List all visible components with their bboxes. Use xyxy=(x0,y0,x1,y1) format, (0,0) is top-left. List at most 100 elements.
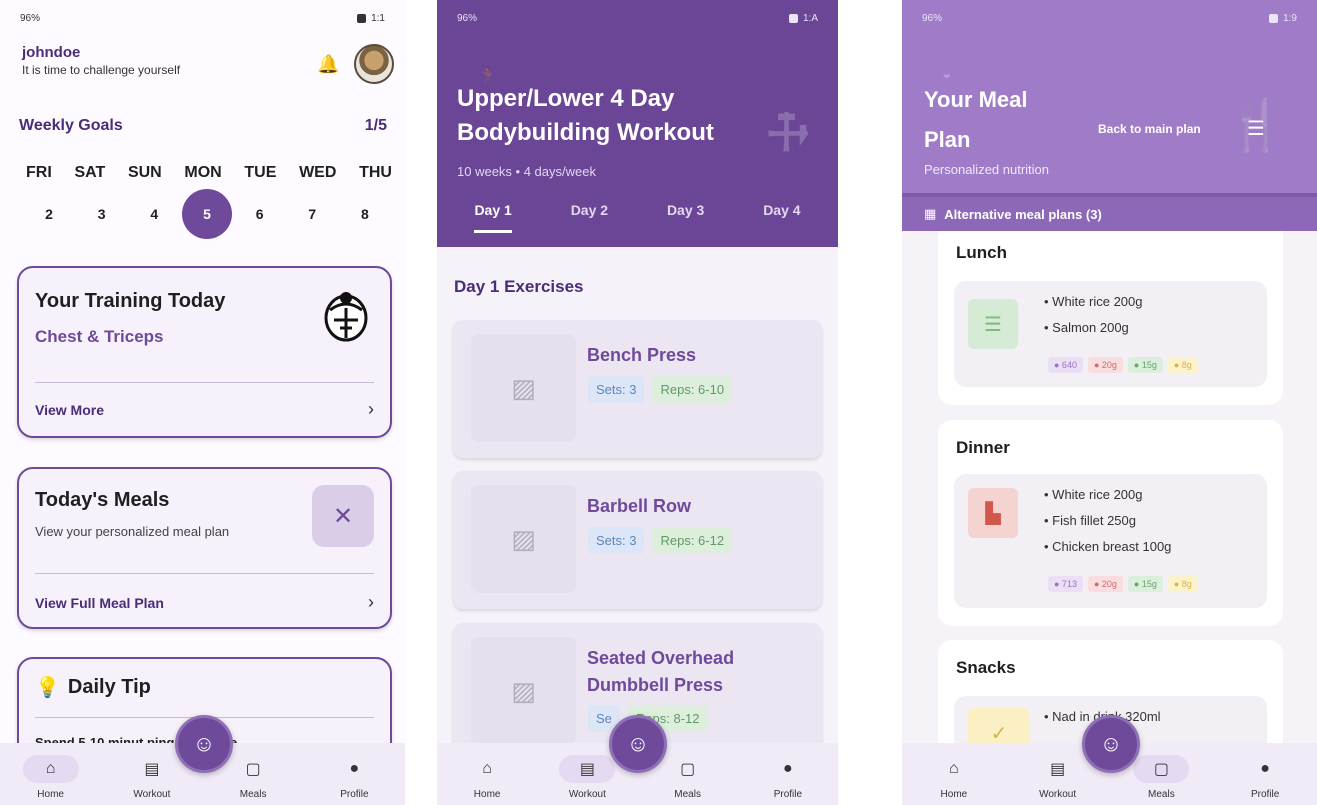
weekly-goals-title: Weekly Goals xyxy=(19,117,123,134)
nav-profile[interactable]: ● Profile xyxy=(1225,755,1305,800)
ai-assistant-fab[interactable]: ☺ xyxy=(1082,715,1140,773)
nav-label: Workout xyxy=(1039,789,1077,800)
weekday-label: WED xyxy=(299,164,337,181)
meal-name: Snacks xyxy=(956,658,1016,677)
status-left: 96% xyxy=(20,12,41,24)
weekly-goals-count: 1/5 xyxy=(364,117,387,134)
lightbulb-icon: 💡 xyxy=(35,677,60,699)
tab-day-4[interactable]: Day 4 xyxy=(763,202,800,233)
macros: ● 640 ● 20g ● 15g ● 8g xyxy=(1048,357,1198,373)
burger-icon: ☰ xyxy=(968,299,1018,349)
meal-items: White rice 200g Salmon 200g xyxy=(1044,289,1143,341)
fat-chip: ● 8g xyxy=(1167,576,1198,592)
tip-title: Daily Tip xyxy=(67,676,151,698)
training-today-card[interactable]: Your Training Today Chest & Triceps View… xyxy=(17,266,392,438)
meal-plan-title: Your Meal Plan xyxy=(924,87,1028,152)
calories-chip: ● 640 xyxy=(1048,357,1083,373)
meals-icon: ▢ xyxy=(680,761,696,778)
status-time: 1:A xyxy=(802,12,818,24)
divider xyxy=(35,382,374,383)
view-meal-plan-label: View Full Meal Plan xyxy=(35,595,164,611)
weekday-label: MON xyxy=(184,164,222,181)
status-bar: 96% 1:1 xyxy=(0,0,405,36)
workout-screen: 96% 1:A 🏃 Upper/Lower 4 Day Bodybuilding… xyxy=(437,0,838,805)
nav-profile[interactable]: ● Profile xyxy=(748,755,828,800)
workout-hero: 96% 1:A 🏃 Upper/Lower 4 Day Bodybuilding… xyxy=(437,0,838,247)
home-screen: 96% 1:1 johndoe It is time to challenge … xyxy=(0,0,405,805)
status-left: 96% xyxy=(922,12,943,24)
meals-icon: ▢ xyxy=(245,761,261,778)
image-placeholder-icon: ▨ xyxy=(471,485,576,593)
fat-chip: ● 8g xyxy=(1167,357,1198,373)
nav-home[interactable]: ⌂ Home xyxy=(11,755,91,800)
ai-assistant-fab[interactable]: ☺ xyxy=(175,715,233,773)
divider xyxy=(35,573,374,574)
chevron-right-icon: › xyxy=(368,592,374,612)
tab-day-2[interactable]: Day 2 xyxy=(571,202,608,233)
view-meal-plan-link[interactable]: View Full Meal Plan › xyxy=(35,592,374,612)
meal-items: White rice 200g Fish fillet 250g Chicken… xyxy=(1044,482,1171,560)
meal-item: Chicken breast 100g xyxy=(1044,534,1171,560)
profile-icon: ● xyxy=(1260,760,1270,777)
nav-label: Home xyxy=(37,789,64,800)
profile-icon: ● xyxy=(783,760,793,777)
day-tabs: Day 1 Day 2 Day 3 Day 4 xyxy=(437,202,838,233)
exercise-card[interactable]: ▨ Bench Press Sets: 3 Reps: 6-10 xyxy=(453,320,822,458)
ai-assistant-fab[interactable]: ☺ xyxy=(609,715,667,773)
weekday-label: FRI xyxy=(26,164,52,181)
nav-label: Meals xyxy=(674,789,701,800)
meal-card-dinner[interactable]: Dinner ▙ White rice 200g Fish fillet 250… xyxy=(938,420,1283,626)
meal-card-lunch[interactable]: Lunch ☰ White rice 200g Salmon 200g ● 64… xyxy=(938,231,1283,405)
meals-icon: ▢ xyxy=(1133,755,1190,783)
tab-day-1[interactable]: Day 1 xyxy=(474,202,512,233)
view-more-link[interactable]: View More › xyxy=(35,399,374,419)
cake-icon: ▙ xyxy=(968,488,1018,538)
notification-bell-icon[interactable]: 🔔 xyxy=(317,54,339,75)
avatar[interactable] xyxy=(354,44,394,84)
fork-knife-icon: 🍴 xyxy=(1224,97,1287,153)
image-placeholder-icon: ▨ xyxy=(471,637,576,745)
meal-item: Fish fillet 250g xyxy=(1044,508,1171,534)
weekday-label: TUE xyxy=(244,164,277,181)
tab-day-3[interactable]: Day 3 xyxy=(667,202,704,233)
macros: ● 713 ● 20g ● 15g ● 8g xyxy=(1048,576,1198,592)
nav-label: Profile xyxy=(340,789,369,800)
meal-name: Dinner xyxy=(956,438,1010,457)
battery-icon xyxy=(788,13,798,23)
workout-meta: 10 weeks • 4 days/week xyxy=(457,164,596,179)
date-row: 2 3 4 5 6 7 8 xyxy=(24,189,390,239)
date-cell[interactable]: 3 xyxy=(77,189,127,239)
meal-plan-screen: 96% 1:9 ◒ Your Meal Plan Personalized nu… xyxy=(902,0,1317,805)
nav-workout[interactable]: ▤ Workout xyxy=(112,755,192,800)
exercise-card[interactable]: ▨ Barbell Row Sets: 3 Reps: 6-12 xyxy=(453,471,822,609)
date-cell[interactable]: 2 xyxy=(24,189,74,239)
status-bar: 96% 1:9 xyxy=(902,0,1317,36)
user-header: johndoe It is time to challenge yourself xyxy=(22,44,180,77)
date-cell[interactable]: 4 xyxy=(129,189,179,239)
profile-icon: ● xyxy=(349,760,360,777)
username: johndoe xyxy=(22,44,81,61)
chevron-right-icon: › xyxy=(368,399,374,419)
date-cell-today[interactable]: 5 xyxy=(181,189,232,239)
back-to-main-plan-button[interactable]: Back to main plan xyxy=(1098,122,1201,136)
nav-workout[interactable]: ▤ Workout xyxy=(1018,755,1098,800)
home-icon: ⌂ xyxy=(949,760,959,777)
date-cell[interactable]: 6 xyxy=(235,189,285,239)
date-cell[interactable]: 8 xyxy=(340,189,390,239)
exercise-name: Seated Overhead Dumbbell Press xyxy=(587,648,735,695)
workout-title: Upper/Lower 4 Day Bodybuilding Workout xyxy=(457,85,714,146)
nav-profile[interactable]: ● Profile xyxy=(314,755,394,800)
battery-icon xyxy=(1269,13,1279,23)
nav-home[interactable]: ⌂ Home xyxy=(447,755,527,800)
nav-home[interactable]: ⌂ Home xyxy=(914,755,994,800)
date-cell[interactable]: 7 xyxy=(287,189,337,239)
nav-label: Profile xyxy=(1250,789,1280,800)
meal-name: Lunch xyxy=(956,243,1007,262)
alternative-plans-label: Alternative meal plans (3) xyxy=(944,206,1102,222)
battery-icon xyxy=(357,13,367,23)
meal-item: Salmon 200g xyxy=(1044,315,1143,341)
home-icon: ⌂ xyxy=(22,755,79,783)
todays-meals-card[interactable]: Today's Meals View your personalized mea… xyxy=(17,467,392,629)
status-left: 96% xyxy=(457,12,478,24)
alternative-meal-plans-toggle[interactable]: ▦ Alternative meal plans (3) xyxy=(902,193,1317,231)
